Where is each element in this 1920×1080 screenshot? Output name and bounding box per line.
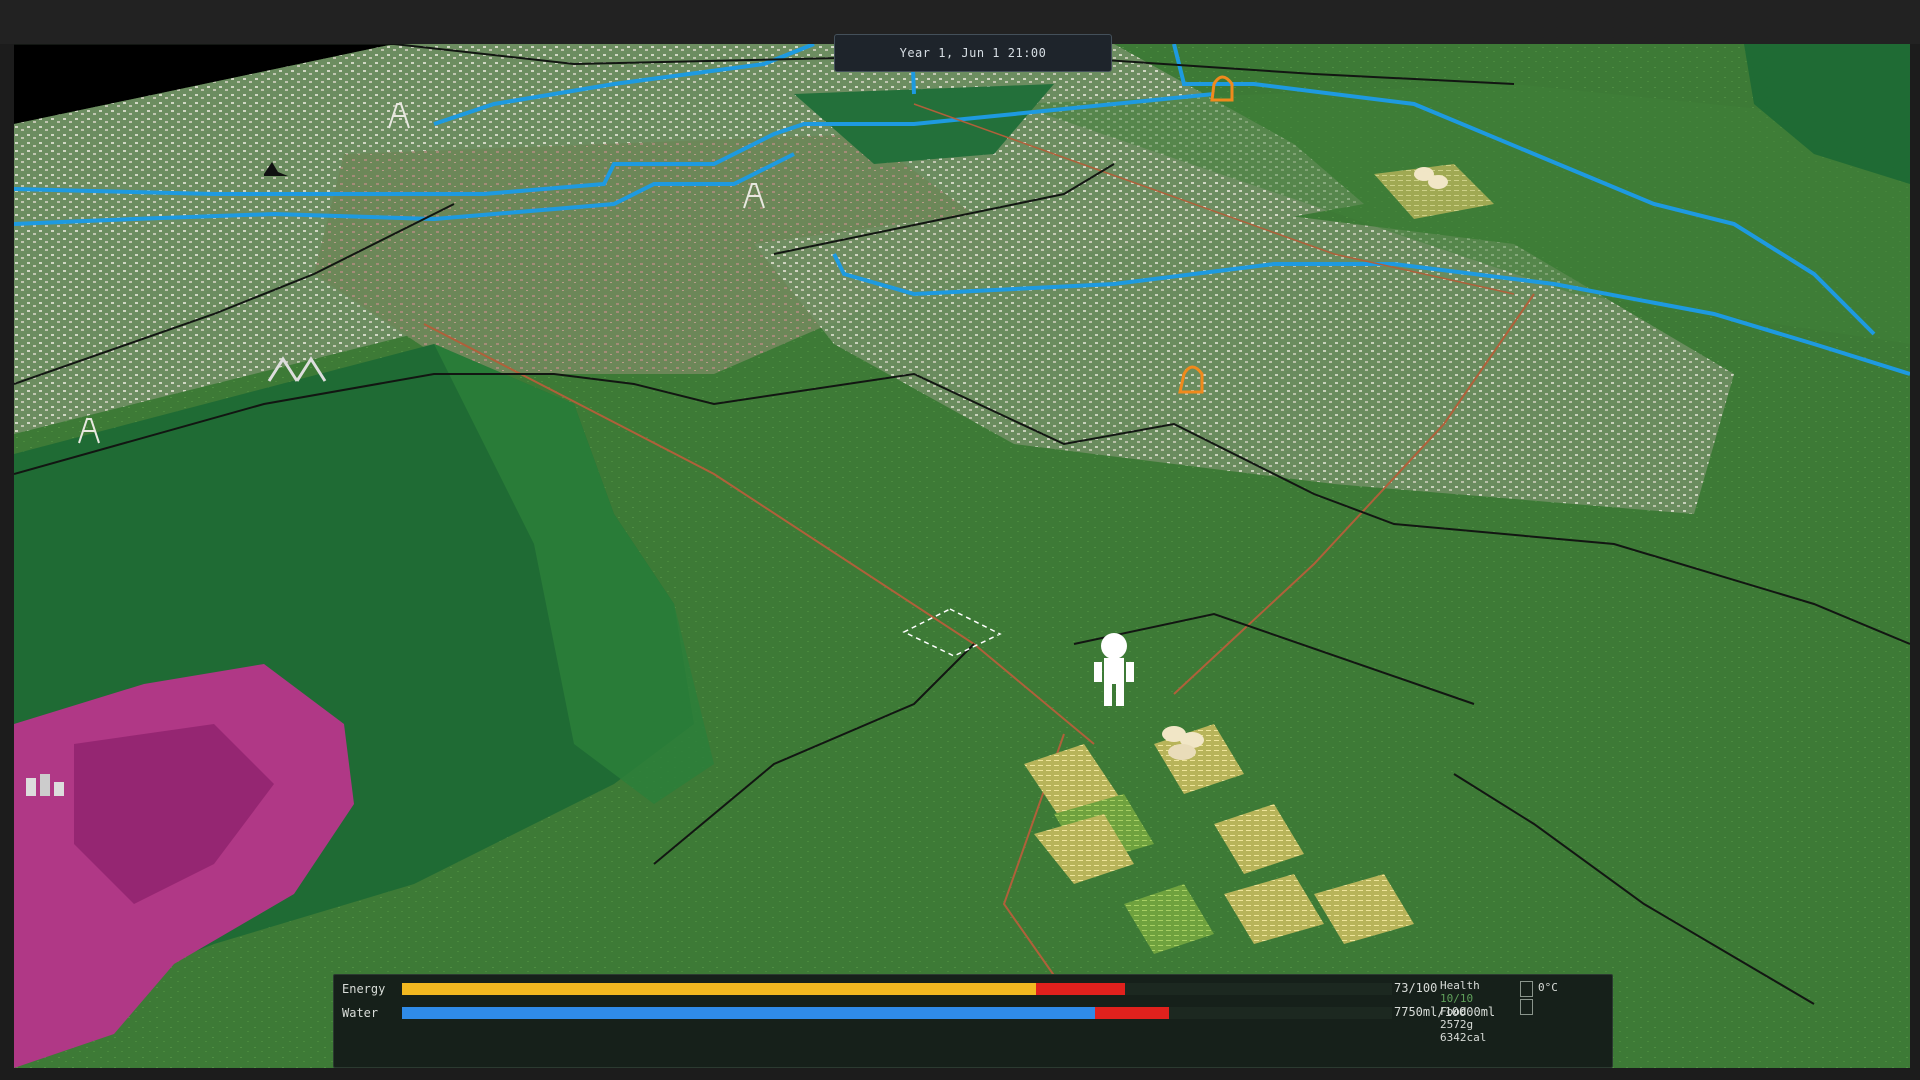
energy-label: Energy (342, 982, 386, 996)
food-label: Food (1440, 1005, 1467, 1018)
date-time-text: Year 1, Jun 1 21:00 (899, 46, 1047, 60)
energy-bar (402, 983, 1392, 995)
date-time-panel: Year 1, Jun 1 21:00 (834, 34, 1112, 72)
water-row: Water 7750ml/10000ml (342, 1005, 1495, 1021)
energy-bar-loss (1035, 983, 1125, 995)
energy-row: Energy 73/100 (342, 981, 1437, 997)
game-viewport[interactable] (14, 44, 1910, 1068)
food-mass: 2572g (1440, 1018, 1474, 1031)
world-map[interactable] (14, 44, 1910, 1068)
energy-bar-fill (402, 983, 1036, 995)
water-bar (402, 1007, 1392, 1019)
water-bar-loss (1095, 1007, 1170, 1019)
temperature-gauge-lower (1520, 999, 1533, 1015)
temperature-gauge (1520, 981, 1533, 997)
health-label: Health (1440, 979, 1480, 992)
energy-value: 73/100 (1394, 981, 1438, 995)
temperature-value: 0°C (1538, 981, 1558, 994)
vital-stats: Health 10/10 Food 2572g 6342cal (1440, 979, 1486, 1044)
water-label: Water (342, 1006, 379, 1020)
health-value: 10/10 (1440, 992, 1474, 1005)
food-calories: 6342cal (1440, 1031, 1487, 1044)
status-hud: Energy 73/100 Water 7750ml/10000ml Healt… (333, 974, 1613, 1068)
water-bar-fill (402, 1007, 1095, 1019)
